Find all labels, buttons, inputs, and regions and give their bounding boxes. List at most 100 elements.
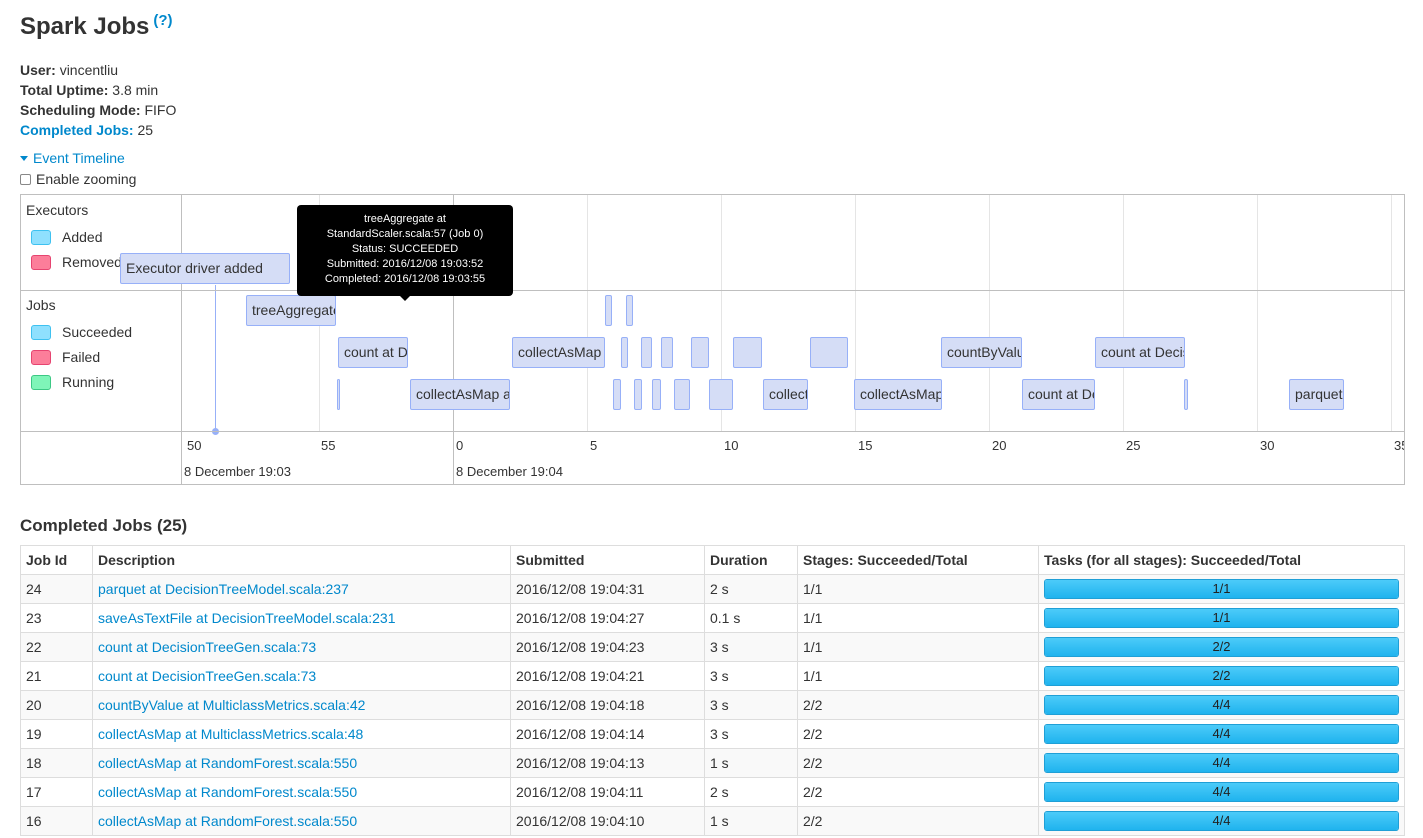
enable-zooming-row: Enable zooming bbox=[20, 171, 136, 187]
column-header-tasks[interactable]: Tasks (for all stages): Succeeded/Total bbox=[1038, 545, 1405, 575]
job-item[interactable]: collectAsMap at bbox=[512, 337, 605, 368]
progress-label: 1/1 bbox=[1212, 610, 1231, 625]
stages-cell: 2/2 bbox=[797, 806, 1039, 836]
duration-cell: 0.1 s bbox=[704, 603, 798, 633]
job-description-link[interactable]: collectAsMap at RandomForest.scala:550 bbox=[98, 813, 357, 829]
column-header-description[interactable]: Description bbox=[92, 545, 511, 575]
job-item[interactable] bbox=[691, 337, 709, 368]
stages-cell: 2/2 bbox=[797, 719, 1039, 749]
job-description-link[interactable]: count at DecisionTreeGen.scala:73 bbox=[98, 668, 316, 684]
tasks-cell: 1/1 bbox=[1038, 603, 1405, 633]
job-item[interactable] bbox=[634, 379, 642, 410]
uptime-value: 3.8 min bbox=[112, 82, 159, 98]
submitted-cell: 2016/12/08 19:04:13 bbox=[510, 748, 705, 778]
tooltip-line: treeAggregate at bbox=[364, 213, 446, 225]
description-cell: parquet at DecisionTreeModel.scala:237 bbox=[92, 574, 511, 604]
duration-cell: 3 s bbox=[704, 661, 798, 691]
job-item[interactable]: collectAsMap at bbox=[763, 379, 808, 410]
description-cell: count at DecisionTreeGen.scala:73 bbox=[92, 661, 511, 691]
duration-cell: 3 s bbox=[704, 690, 798, 720]
job-description-link[interactable]: countByValue at MulticlassMetrics.scala:… bbox=[98, 697, 365, 713]
caret-down-icon bbox=[20, 155, 28, 161]
progress-label: 4/4 bbox=[1212, 755, 1231, 770]
job-item[interactable]: count at DecisionTreeGen.scala bbox=[338, 337, 408, 368]
legend-failed: Failed bbox=[31, 349, 100, 365]
job-description-link[interactable]: parquet at DecisionTreeModel.scala:237 bbox=[98, 581, 349, 597]
job-description-link[interactable]: collectAsMap at MulticlassMetrics.scala:… bbox=[98, 726, 363, 742]
job-item[interactable] bbox=[626, 295, 633, 326]
executor-added-item[interactable]: Executor driver added bbox=[120, 253, 290, 284]
job-item[interactable]: count at DecisionTreeGen.scala bbox=[1022, 379, 1095, 410]
job-item[interactable]: parquet at bbox=[1289, 379, 1344, 410]
completed-jobs-link[interactable]: Completed Jobs: bbox=[20, 122, 134, 138]
job-item-label: count at DecisionTreeGen.scala bbox=[1028, 386, 1094, 402]
duration-cell: 2 s bbox=[704, 574, 798, 604]
duration-cell: 2 s bbox=[704, 777, 798, 807]
enable-zooming-checkbox[interactable] bbox=[20, 173, 31, 185]
enable-zooming-label: Enable zooming bbox=[36, 171, 137, 187]
tasks-cell: 2/2 bbox=[1038, 632, 1405, 662]
description-cell: collectAsMap at MulticlassMetrics.scala:… bbox=[92, 719, 511, 749]
job-item[interactable] bbox=[652, 379, 661, 410]
summary-user: User: vincentliu bbox=[20, 60, 176, 80]
job-item[interactable] bbox=[661, 337, 673, 368]
job-description-link[interactable]: count at DecisionTreeGen.scala:73 bbox=[98, 639, 316, 655]
duration-cell: 1 s bbox=[704, 748, 798, 778]
tooltip-status: Status: SUCCEEDED bbox=[351, 243, 459, 255]
job-item[interactable] bbox=[674, 379, 690, 410]
tasks-cell: 4/4 bbox=[1038, 748, 1405, 778]
tasks-cell: 4/4 bbox=[1038, 690, 1405, 720]
submitted-cell: 2016/12/08 19:04:31 bbox=[510, 574, 705, 604]
job-item[interactable]: collectAsMap at bbox=[854, 379, 942, 410]
job-item[interactable]: countByValue at bbox=[941, 337, 1022, 368]
job-item[interactable] bbox=[605, 295, 612, 326]
legend-added: Added bbox=[31, 229, 102, 245]
submitted-cell: 2016/12/08 19:04:10 bbox=[510, 806, 705, 836]
job-item[interactable] bbox=[810, 337, 848, 368]
tasks-progress-bar: 4/4 bbox=[1044, 811, 1399, 831]
axis-tick: 35 bbox=[1394, 438, 1404, 453]
executor-added-text: Executor driver added bbox=[126, 260, 263, 276]
table-row: 20 countByValue at MulticlassMetrics.scal… bbox=[20, 690, 1405, 720]
table-row: 23 saveAsTextFile at DecisionTreeModel.sc… bbox=[20, 603, 1405, 633]
tasks-progress-bar: 4/4 bbox=[1044, 753, 1399, 773]
job-item[interactable]: treeAggregate at StandardScaler.scala:57… bbox=[246, 295, 336, 326]
stages-cell: 1/1 bbox=[797, 661, 1039, 691]
legend-succeeded-label: Succeeded bbox=[62, 324, 133, 340]
duration-cell: 1 s bbox=[704, 806, 798, 836]
column-header-submitted[interactable]: Submitted bbox=[510, 545, 705, 575]
job-item[interactable] bbox=[621, 337, 628, 368]
job-item[interactable] bbox=[613, 379, 621, 410]
event-timeline: Executors Added Removed Jobs Succeeded F… bbox=[20, 194, 1405, 485]
legend-running-label: Running bbox=[62, 374, 115, 390]
help-link[interactable]: (?) bbox=[153, 12, 172, 29]
job-id-cell: 24 bbox=[20, 574, 93, 604]
job-item[interactable]: collectAsMap at bbox=[410, 379, 510, 410]
grid-line bbox=[1391, 195, 1392, 432]
job-item[interactable] bbox=[641, 337, 652, 368]
completed-jobs-title[interactable]: Completed Jobs (25) bbox=[20, 516, 187, 536]
job-id-cell: 22 bbox=[20, 632, 93, 662]
completed-jobs-count: 25 bbox=[137, 122, 154, 138]
submitted-cell: 2016/12/08 19:04:21 bbox=[510, 661, 705, 691]
job-item[interactable] bbox=[709, 379, 733, 410]
job-item[interactable]: count at DecisionTreeGen.scala bbox=[1095, 337, 1185, 368]
page-title: Spark Jobs (?) bbox=[20, 12, 173, 41]
job-description-link[interactable]: collectAsMap at RandomForest.scala:550 bbox=[98, 784, 357, 800]
column-header-duration[interactable]: Duration bbox=[704, 545, 798, 575]
job-description-link[interactable]: collectAsMap at RandomForest.scala:550 bbox=[98, 755, 357, 771]
job-item[interactable] bbox=[733, 337, 762, 368]
running-swatch-icon bbox=[31, 374, 51, 390]
job-description-link[interactable]: saveAsTextFile at DecisionTreeModel.scal… bbox=[98, 610, 396, 626]
axis-tick: 10 bbox=[724, 438, 739, 453]
event-timeline-toggle[interactable]: Event Timeline bbox=[20, 150, 125, 166]
axis-divider bbox=[21, 431, 1404, 432]
tasks-progress-bar: 4/4 bbox=[1044, 695, 1399, 715]
column-header-job-id[interactable]: Job Id bbox=[20, 545, 93, 575]
job-item-label: parquet at bbox=[1295, 386, 1343, 402]
job-item[interactable] bbox=[337, 379, 340, 410]
summary-scheduling: Scheduling Mode: FIFO bbox=[20, 100, 176, 120]
column-header-stages[interactable]: Stages: Succeeded/Total bbox=[797, 545, 1039, 575]
job-item[interactable] bbox=[1184, 379, 1188, 410]
succeeded-swatch-icon bbox=[31, 324, 51, 340]
